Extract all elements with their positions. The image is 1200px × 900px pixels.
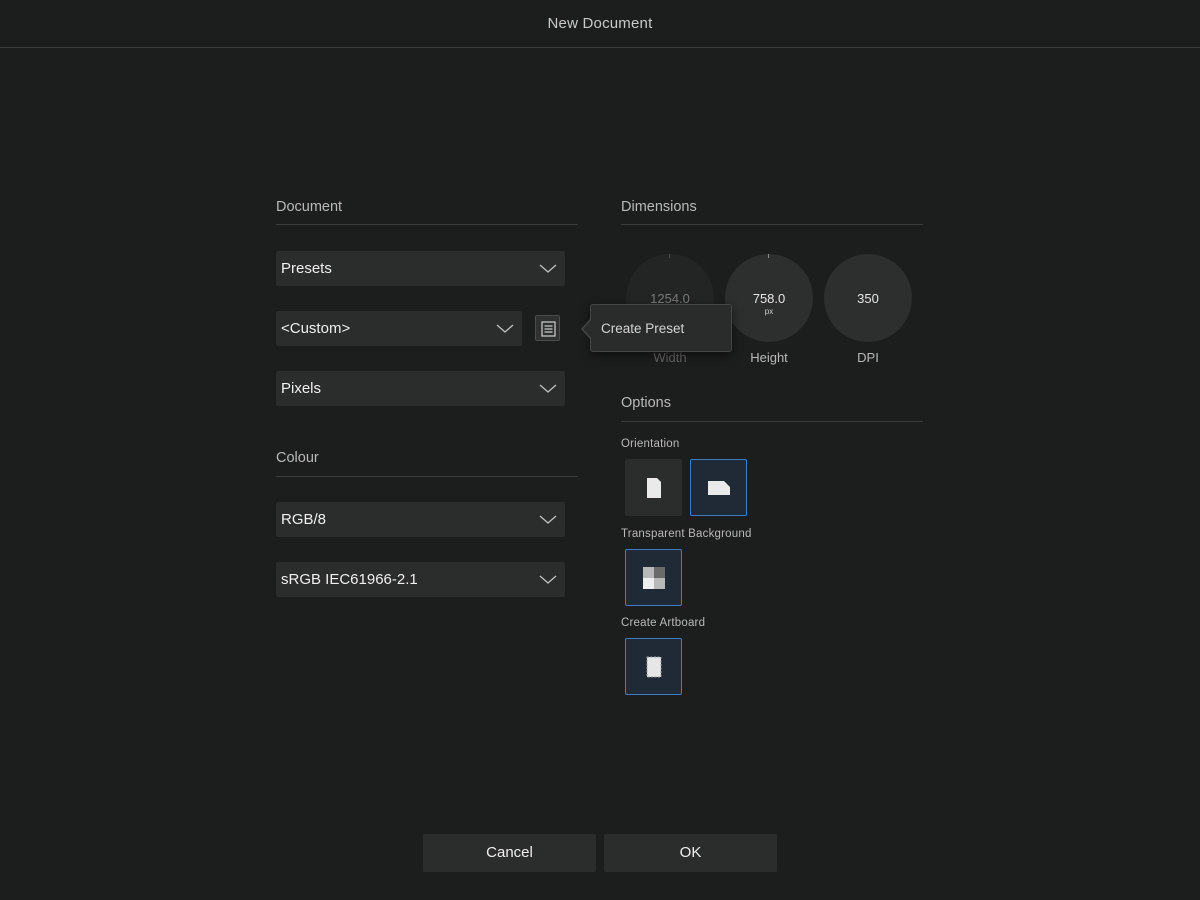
width-label: Width xyxy=(653,350,687,365)
height-dial[interactable]: 758.0 px xyxy=(725,254,813,342)
orientation-label: Orientation xyxy=(621,438,680,450)
portrait-page-icon xyxy=(646,477,661,498)
colour-section-title: Colour xyxy=(276,450,319,466)
chevron-down-icon xyxy=(539,515,557,524)
dimensions-divider xyxy=(621,224,923,225)
dial-tick xyxy=(669,254,670,258)
units-value: Pixels xyxy=(281,380,322,397)
custom-preset-value: <Custom> xyxy=(281,320,351,337)
create-preset-label[interactable]: Create Preset xyxy=(601,321,684,336)
list-icon xyxy=(541,321,556,337)
dial-tick xyxy=(768,254,769,258)
ok-button[interactable]: OK xyxy=(604,834,777,872)
create-preset-popover[interactable]: Create Preset xyxy=(581,304,732,352)
transparent-background-label: Transparent Background xyxy=(621,528,752,540)
landscape-orientation-button[interactable] xyxy=(690,459,747,516)
colour-profile-value: sRGB IEC61966-2.1 xyxy=(281,571,418,588)
presets-dropdown-label: Presets xyxy=(281,260,332,277)
create-artboard-toggle[interactable] xyxy=(625,638,682,695)
chevron-down-icon xyxy=(539,264,557,273)
presets-dropdown[interactable]: Presets xyxy=(276,251,565,286)
custom-preset-dropdown[interactable]: <Custom> xyxy=(276,311,522,346)
chevron-down-icon xyxy=(496,324,514,333)
transparent-background-toggle[interactable] xyxy=(625,549,682,606)
checkerboard-icon xyxy=(642,566,665,589)
landscape-page-icon xyxy=(707,480,730,495)
dpi-dial[interactable]: 350 xyxy=(824,254,912,342)
units-dropdown[interactable]: Pixels xyxy=(276,371,565,406)
options-section-title: Options xyxy=(621,395,671,411)
title-bar: New Document xyxy=(0,0,1200,48)
window-title: New Document xyxy=(547,15,653,32)
colour-divider xyxy=(276,476,578,477)
document-section-title: Document xyxy=(276,199,343,215)
create-artboard-label: Create Artboard xyxy=(621,617,706,629)
preset-menu-button[interactable] xyxy=(535,315,560,341)
dpi-label: DPI xyxy=(857,350,879,365)
dpi-value: 350 xyxy=(857,291,879,306)
artboard-icon xyxy=(646,656,661,677)
chevron-down-icon xyxy=(539,575,557,584)
colour-profile-dropdown[interactable]: sRGB IEC61966-2.1 xyxy=(276,562,565,597)
height-unit: px xyxy=(764,307,774,316)
height-label: Height xyxy=(750,350,788,365)
options-divider xyxy=(621,421,923,422)
chevron-down-icon xyxy=(539,384,557,393)
document-divider xyxy=(276,224,578,225)
height-value: 758.0 xyxy=(752,291,786,306)
popover-arrow-fill xyxy=(583,319,592,339)
colour-format-value: RGB/8 xyxy=(281,511,327,528)
dimensions-section-title: Dimensions xyxy=(621,199,697,215)
colour-format-dropdown[interactable]: RGB/8 xyxy=(276,502,565,537)
cancel-button[interactable]: Cancel xyxy=(423,834,596,872)
portrait-orientation-button[interactable] xyxy=(625,459,682,516)
